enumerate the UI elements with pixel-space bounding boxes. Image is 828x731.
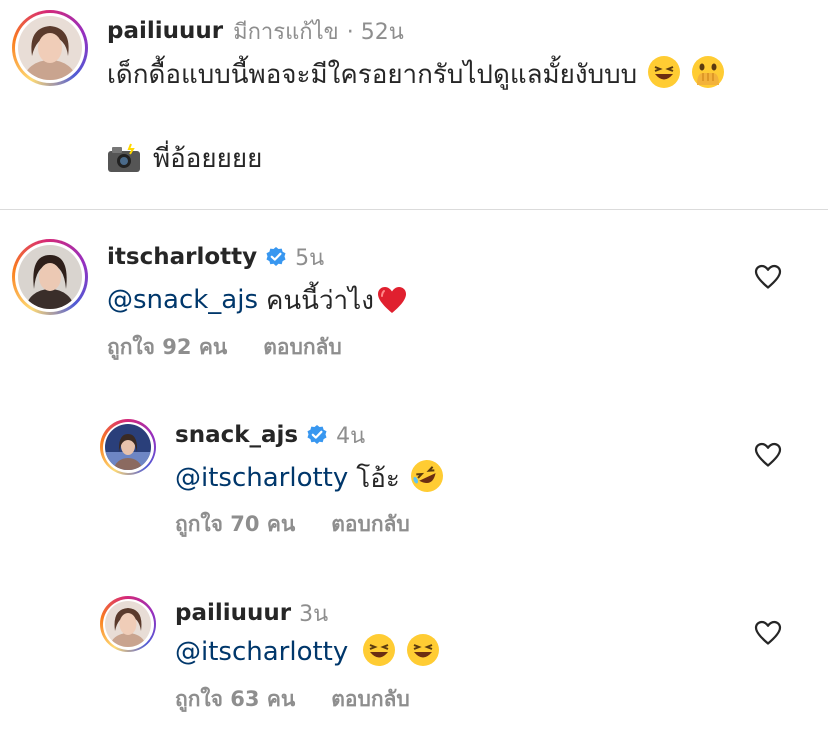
caption-text-2: พี่อ้อยยยย	[153, 143, 263, 174]
comment-3-username[interactable]: pailiuuur	[175, 600, 291, 626]
likes-count[interactable]: ถูกใจ 92 คน	[107, 331, 227, 364]
camera-with-flash-icon	[107, 143, 141, 173]
caption-header: pailiuuur มีการแก้ไข · 52น	[107, 16, 404, 46]
comment-1-time: 5น	[295, 245, 325, 271]
red-heart-icon	[376, 285, 408, 315]
comment-2-text: โอ้ะ	[356, 463, 400, 494]
mention-link[interactable]: @itscharlotty	[175, 637, 348, 667]
caption-line-2: พี่อ้อยยยย	[107, 140, 262, 176]
comment-1-body: @snack_ajs คนนี้ว่าไง	[107, 282, 408, 318]
profile-photo	[105, 424, 151, 470]
comment-3-header: pailiuuur 3น	[175, 598, 328, 628]
avatar-snack-ajs[interactable]	[100, 419, 156, 475]
like-heart-icon[interactable]	[754, 264, 782, 290]
comment-3-time: 3น	[299, 601, 329, 627]
like-heart-icon[interactable]	[754, 620, 782, 646]
comment-1-text: คนนี้ว่าไง	[266, 285, 374, 316]
profile-photo	[18, 16, 82, 80]
divider	[0, 209, 828, 210]
grinning-squinting-face-icon	[406, 633, 440, 671]
avatar-pailiuuur[interactable]	[12, 10, 88, 86]
comment-2-meta: ถูกใจ 70 คน ตอบกลับ	[175, 511, 410, 537]
reply-button[interactable]: ตอบกลับ	[331, 508, 410, 541]
comment-2-time: 4น	[336, 423, 366, 449]
comment-1-header: itscharlotty 5น	[107, 242, 324, 272]
face-with-hand-over-mouth-icon	[691, 55, 725, 93]
edited-label: มีการแก้ไข	[233, 19, 339, 45]
reply-button[interactable]: ตอบกลับ	[331, 683, 410, 716]
like-heart-icon[interactable]	[754, 442, 782, 468]
caption-text: เด็กดื้อแบบนี้พอจะมีใครอยากรับไปดูแลมั้ย…	[107, 59, 638, 90]
likes-count[interactable]: ถูกใจ 70 คน	[175, 508, 295, 541]
profile-photo	[18, 245, 82, 309]
comment-1-username[interactable]: itscharlotty	[107, 244, 257, 270]
mention-link[interactable]: @snack_ajs	[107, 285, 258, 315]
comment-3-body: @itscharlotty	[175, 634, 440, 670]
caption-time: · 52น	[346, 19, 404, 45]
avatar-pailiuuur[interactable]	[100, 596, 156, 652]
mention-link[interactable]: @itscharlotty	[175, 463, 348, 493]
caption-line-1: เด็กดื้อแบบนี้พอจะมีใครอยากรับไปดูแลมั้ย…	[107, 56, 725, 92]
grinning-squinting-face-icon	[362, 633, 396, 671]
verified-badge-icon	[265, 246, 287, 268]
comment-3-meta: ถูกใจ 63 คน ตอบกลับ	[175, 686, 410, 712]
comment-1-meta: ถูกใจ 92 คน ตอบกลับ	[107, 334, 342, 360]
grinning-squinting-face-icon	[647, 55, 681, 93]
avatar-itscharlotty[interactable]	[12, 239, 88, 315]
profile-photo	[105, 601, 151, 647]
verified-badge-icon	[306, 424, 328, 446]
comment-2-header: snack_ajs 4น	[175, 420, 365, 450]
comment-2-body: @itscharlotty โอ้ะ	[175, 460, 444, 496]
reply-button[interactable]: ตอบกลับ	[263, 331, 342, 364]
comment-2-username[interactable]: snack_ajs	[175, 422, 298, 448]
likes-count[interactable]: ถูกใจ 63 คน	[175, 683, 295, 716]
caption-username[interactable]: pailiuuur	[107, 18, 223, 44]
rolling-on-floor-laughing-icon	[410, 459, 444, 497]
